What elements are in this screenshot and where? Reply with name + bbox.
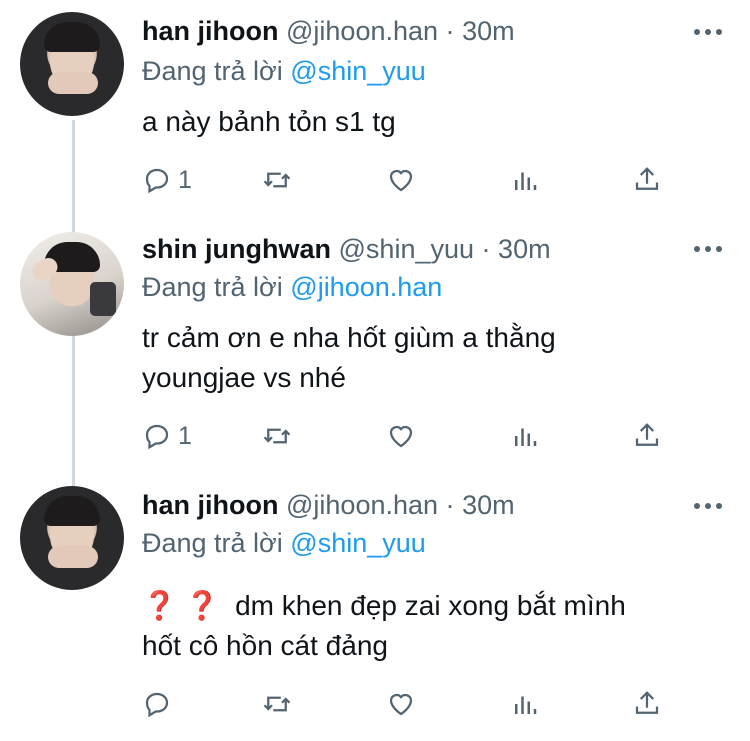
retweet-icon <box>263 172 291 188</box>
tweet-actions: 1 <box>142 420 672 452</box>
reply-button[interactable]: 1 <box>142 164 192 196</box>
display-name[interactable]: han jihoon <box>142 490 278 520</box>
reply-count: 1 <box>178 165 192 194</box>
display-name[interactable]: han jihoon <box>142 16 278 46</box>
display-name[interactable]: shin junghwan <box>142 234 331 264</box>
retweet-icon <box>263 696 291 712</box>
retweet-button[interactable] <box>262 420 292 452</box>
retweet-button[interactable] <box>262 164 292 196</box>
tweet-header: shin junghwan @shin_yuu · 30m <box>142 234 551 265</box>
mention-link[interactable]: @shin_yuu <box>290 56 426 86</box>
retweet-icon <box>263 428 291 444</box>
stats-icon <box>515 696 537 714</box>
username[interactable]: @jihoon.han <box>286 490 438 520</box>
tweet[interactable]: han jihoon @jihoon.han · 30m Đang trả lờ… <box>0 0 750 220</box>
avatar[interactable] <box>20 232 124 336</box>
stats-icon <box>515 172 537 190</box>
heart-icon <box>389 693 413 716</box>
like-button[interactable] <box>386 164 416 196</box>
replying-label: Đang trả lời <box>142 272 283 302</box>
tweet-actions <box>142 688 672 720</box>
reply-button[interactable]: 1 <box>142 420 192 452</box>
stats-button[interactable] <box>510 164 540 196</box>
share-button[interactable] <box>632 420 662 452</box>
mention-link[interactable]: @shin_yuu <box>290 528 426 558</box>
separator-dot: · <box>445 490 455 520</box>
replying-label: Đang trả lời <box>142 56 283 86</box>
tweet-text-first: dm khen đẹp zai xong bắt mình <box>235 590 626 621</box>
like-button[interactable] <box>386 688 416 720</box>
username[interactable]: @jihoon.han <box>286 16 438 46</box>
avatar[interactable] <box>20 12 124 116</box>
tweet-actions: 1 <box>142 164 672 196</box>
heart-icon <box>389 169 413 192</box>
reply-icon <box>145 424 169 450</box>
tweet-text: ❓ ❓ dm khen đẹp zai xong bắt mình hốt cô… <box>142 586 702 666</box>
username[interactable]: @shin_yuu <box>339 234 475 264</box>
heart-icon <box>389 425 413 448</box>
question-emoji: ❓ ❓ <box>142 590 220 621</box>
avatar[interactable] <box>20 486 124 590</box>
timestamp[interactable]: 30m <box>462 490 515 520</box>
tweet-text: a này bảnh tỏn s1 tg <box>142 102 702 142</box>
replying-label: Đang trả lời <box>142 528 283 558</box>
reply-icon <box>145 168 169 194</box>
separator-dot: · <box>481 234 491 264</box>
reply-icon <box>145 692 169 718</box>
tweet-text-line: ❓ ❓ dm khen đẹp zai xong bắt mình <box>142 586 702 626</box>
mention-link[interactable]: @jihoon.han <box>290 272 442 302</box>
timestamp[interactable]: 30m <box>462 16 515 46</box>
more-icon[interactable] <box>694 27 722 37</box>
share-button[interactable] <box>632 164 662 196</box>
retweet-button[interactable] <box>262 688 292 720</box>
tweet-text-line: tr cảm ơn e nha hốt giùm a thằng <box>142 322 556 353</box>
tweet[interactable]: han jihoon @jihoon.han · 30m Đang trả lờ… <box>0 476 750 741</box>
like-button[interactable] <box>386 420 416 452</box>
tweet-header: han jihoon @jihoon.han · 30m <box>142 16 515 47</box>
tweet-text: tr cảm ơn e nha hốt giùm a thằng youngja… <box>142 318 702 398</box>
timestamp[interactable]: 30m <box>498 234 551 264</box>
stats-icon <box>515 428 537 446</box>
tweet-text-line: youngjae vs nhé <box>142 362 346 393</box>
stats-button[interactable] <box>510 420 540 452</box>
share-button[interactable] <box>632 688 662 720</box>
separator-dot: · <box>445 16 455 46</box>
more-icon[interactable] <box>694 501 722 511</box>
share-icon <box>635 167 659 190</box>
tweet-header: han jihoon @jihoon.han · 30m <box>142 490 515 521</box>
tweet[interactable]: shin junghwan @shin_yuu · 30m Đang trả l… <box>0 220 750 480</box>
replying-to: Đang trả lời @shin_yuu <box>142 528 426 559</box>
replying-to: Đang trả lời @shin_yuu <box>142 56 426 87</box>
tweet-text-line: a này bảnh tỏn s1 tg <box>142 106 396 137</box>
stats-button[interactable] <box>510 688 540 720</box>
share-icon <box>635 423 659 446</box>
reply-button[interactable] <box>142 688 178 720</box>
share-icon <box>635 691 659 714</box>
more-icon[interactable] <box>694 244 722 254</box>
replying-to: Đang trả lời @jihoon.han <box>142 272 442 303</box>
tweet-text-line: hốt cô hồn cát đảng <box>142 630 388 661</box>
reply-count: 1 <box>178 421 192 450</box>
